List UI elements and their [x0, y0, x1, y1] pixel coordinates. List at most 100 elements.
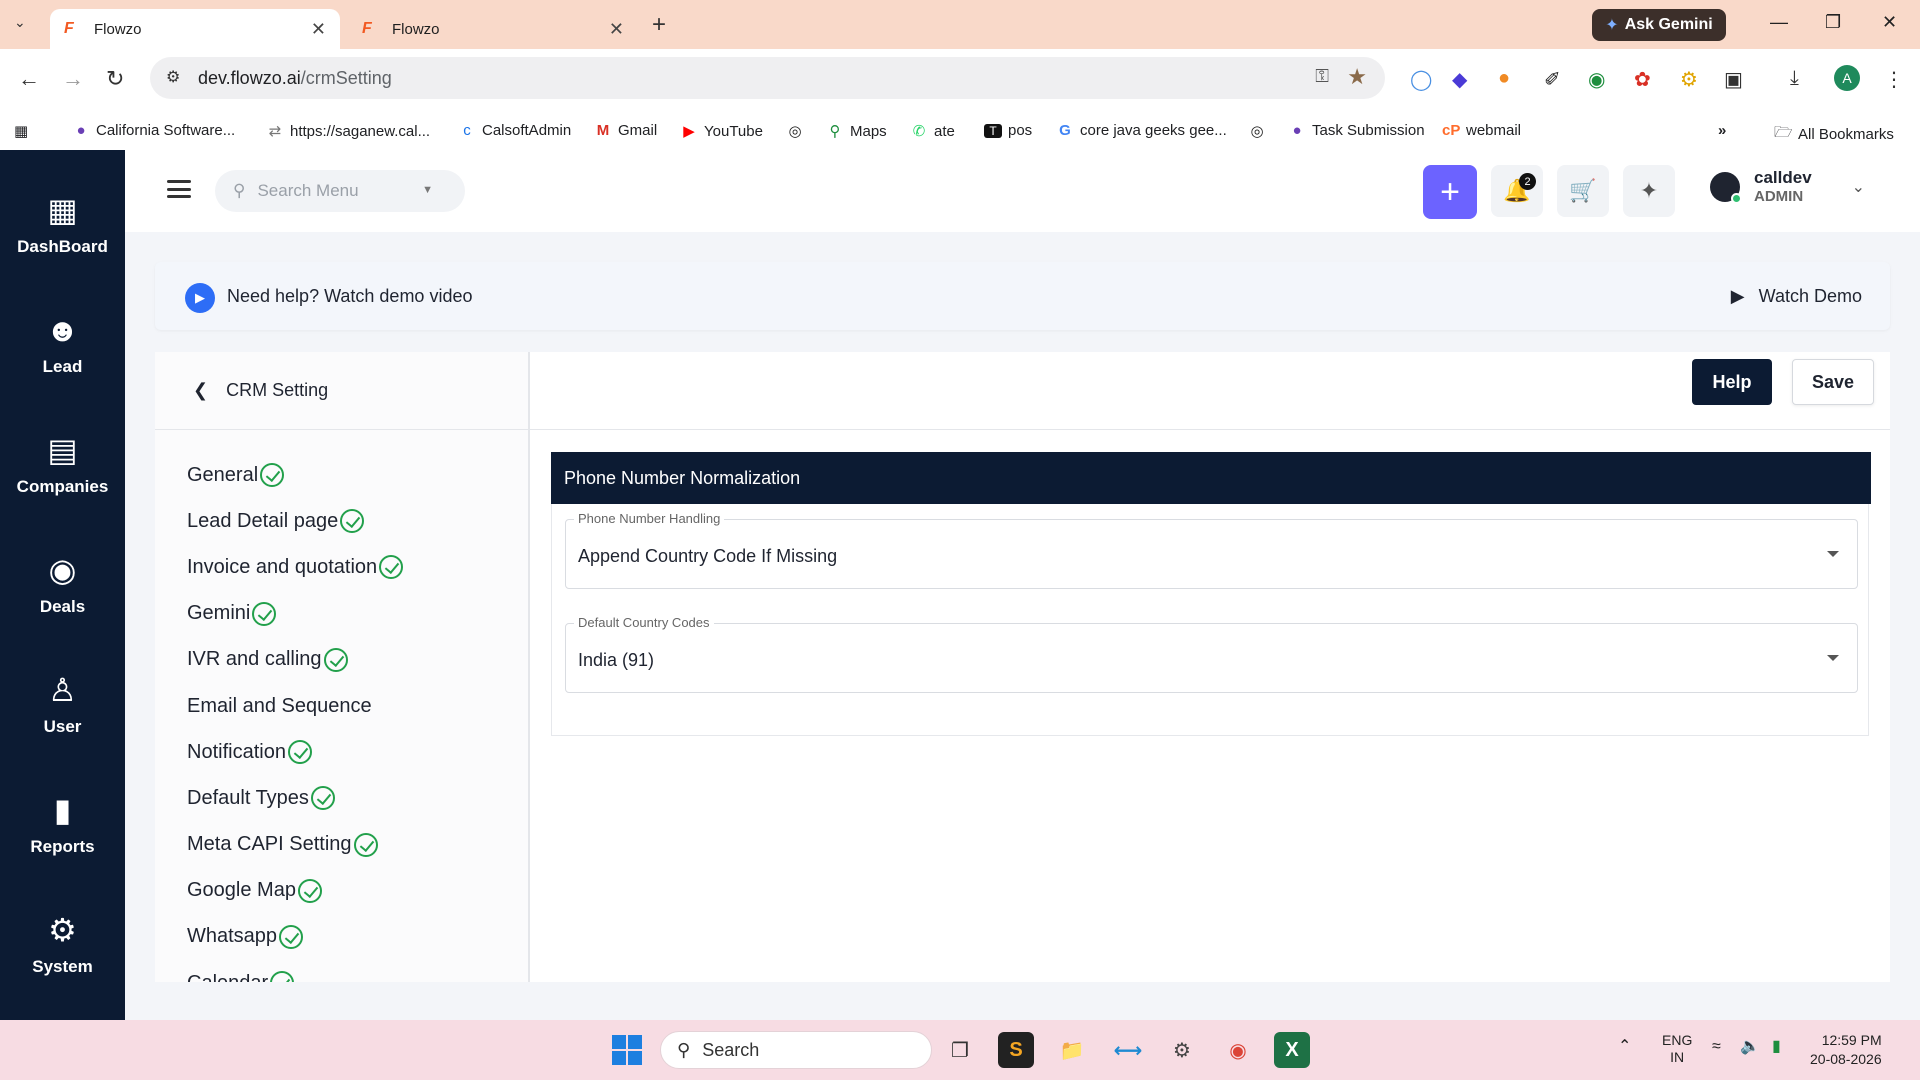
apps-grid-icon[interactable]: ▦: [14, 122, 28, 140]
phone-number-handling-select[interactable]: Phone Number Handling Append Country Cod…: [565, 511, 1858, 589]
close-tab-icon[interactable]: ✕: [609, 19, 624, 40]
settings-nav-lead-detail[interactable]: Lead Detail page: [187, 498, 403, 544]
sidebar-item-deals[interactable]: ◉ Deals: [0, 530, 125, 640]
vscode-icon[interactable]: ⟷: [1110, 1032, 1146, 1068]
all-bookmarks-folder[interactable]: 🗁 All Bookmarks: [1774, 122, 1894, 147]
app-circle-icon[interactable]: ⚙: [1164, 1032, 1200, 1068]
settings-nav-header[interactable]: ❮ CRM Setting: [155, 352, 528, 430]
save-button[interactable]: Save: [1792, 359, 1874, 405]
address-bar[interactable]: ⚙ dev.flowzo.ai/crmSetting ⚿ ★: [150, 57, 1385, 99]
browser-tab-active[interactable]: F Flowzo ✕: [50, 9, 340, 49]
settings-nav-whatsapp[interactable]: Whatsapp: [187, 914, 403, 960]
bookmark-globe[interactable]: ◎: [786, 122, 810, 140]
browser-menu-icon[interactable]: ⋮: [1884, 67, 1904, 92]
wifi-icon[interactable]: ≈: [1712, 1038, 1721, 1055]
battery-icon[interactable]: ▮: [1772, 1038, 1781, 1055]
back-icon[interactable]: ←: [18, 66, 40, 92]
sidebar-item-dashboard[interactable]: ▦ DashBoard: [0, 170, 125, 280]
windows-start-icon[interactable]: [612, 1035, 642, 1065]
bookmark-gmail[interactable]: M Gmail: [594, 122, 657, 139]
section-title: Phone Number Normalization: [551, 452, 1871, 504]
chrome-icon[interactable]: ◉: [1220, 1032, 1256, 1068]
chevron-down-icon[interactable]: ⌄: [1852, 177, 1865, 197]
dropdown-caret-icon: [1827, 551, 1839, 557]
download-icon[interactable]: ⤓: [1790, 67, 1799, 90]
ai-sparkle-button[interactable]: ✦: [1623, 165, 1675, 217]
bookmark-core-java[interactable]: Gcore java geeks gee...: [1056, 122, 1227, 139]
close-tab-icon[interactable]: ✕: [311, 19, 326, 40]
user-info: calldev ADMIN: [1754, 168, 1812, 205]
bookmark-star-icon[interactable]: ★: [1347, 64, 1367, 90]
bookmark-calsoftadmin[interactable]: c CalsoftAdmin: [458, 122, 571, 139]
settings-nav-notification[interactable]: Notification: [187, 729, 403, 775]
new-tab-icon[interactable]: +: [652, 11, 666, 39]
settings-nav-ivr[interactable]: IVR and calling: [187, 637, 403, 683]
extension-green-icon[interactable]: ◉: [1588, 67, 1605, 92]
gear-icon: ⚙: [48, 912, 77, 948]
default-country-codes-select[interactable]: Default Country Codes India (91): [565, 615, 1858, 693]
sidebar-item-lead[interactable]: ☻ Lead: [0, 290, 125, 400]
settings-nav-general[interactable]: General: [187, 452, 403, 498]
search-menu-input[interactable]: ⚲ Search Menu ▼: [215, 170, 465, 212]
settings-nav-email-sequence[interactable]: Email and Sequence: [187, 683, 403, 729]
play-video-icon[interactable]: ▶: [185, 283, 215, 313]
extension-leaf-icon[interactable]: ✿: [1634, 67, 1651, 92]
bookmark-task-submission[interactable]: ● Task Submission: [1288, 122, 1425, 139]
bookmark-webmail[interactable]: cP webmail: [1442, 122, 1521, 139]
close-window-icon[interactable]: ✕: [1882, 12, 1897, 33]
bookmark-youtube[interactable]: ▶ YouTube: [680, 122, 763, 141]
volume-icon[interactable]: 🔈: [1740, 1038, 1760, 1055]
hamburger-menu-icon[interactable]: [167, 180, 191, 198]
sidebar-item-system[interactable]: ⚙ System: [0, 890, 125, 1000]
bookmark-maps[interactable]: ⚲ Maps: [826, 122, 887, 141]
system-clock[interactable]: 12:59 PM 20-08-2026: [1810, 1031, 1882, 1069]
sublime-text-icon[interactable]: S: [998, 1032, 1034, 1068]
settings-nav-calendar[interactable]: Calendar: [187, 960, 403, 982]
task-view-icon[interactable]: ❐: [942, 1032, 978, 1068]
more-bookmarks-icon[interactable]: »: [1718, 122, 1726, 139]
taskbar-search[interactable]: ⚲ Search: [660, 1031, 932, 1069]
ask-gemini-button[interactable]: ✦ Ask Gemini: [1592, 9, 1726, 41]
extension-diamond-icon[interactable]: ◆: [1452, 67, 1467, 92]
sidebar-item-companies[interactable]: ▤ Companies: [0, 410, 125, 520]
extension-orange-icon[interactable]: ●: [1498, 67, 1510, 90]
settings-nav-meta-capi[interactable]: Meta CAPI Setting: [187, 822, 403, 868]
reload-icon[interactable]: ↻: [106, 66, 124, 92]
tab-search-chevron-icon[interactable]: ⌄: [14, 14, 26, 31]
password-key-icon[interactable]: ⚿: [1315, 66, 1329, 87]
bookmark-california-software[interactable]: ● California Software...: [72, 122, 235, 139]
site-settings-icon[interactable]: ⚙: [166, 67, 180, 87]
extension-yellow-icon[interactable]: ⚙: [1680, 67, 1698, 92]
help-button[interactable]: Help: [1692, 359, 1772, 405]
extension-shield-icon[interactable]: ◯: [1410, 67, 1432, 92]
file-explorer-icon[interactable]: 📁: [1054, 1032, 1090, 1068]
profile-avatar[interactable]: A: [1834, 65, 1860, 91]
add-new-button[interactable]: +: [1423, 165, 1477, 219]
bookmark-saganew[interactable]: ⇄ https://saganew.cal...: [266, 122, 430, 141]
bookmark-globe-2[interactable]: ◎: [1248, 122, 1272, 140]
watch-demo-link[interactable]: ▶ Watch Demo: [1731, 286, 1862, 307]
bookmark-ate[interactable]: ✆ ate: [910, 122, 955, 141]
user-menu[interactable]: calldev ADMIN ⌄: [1710, 168, 1865, 205]
settings-nav-gemini[interactable]: Gemini: [187, 591, 403, 637]
bookmark-label: core java geeks gee...: [1080, 122, 1227, 139]
forward-icon[interactable]: →: [62, 66, 84, 92]
bookmark-label: Task Submission: [1312, 122, 1425, 139]
restore-icon[interactable]: ❐: [1825, 12, 1841, 33]
settings-nav-default-types[interactable]: Default Types: [187, 775, 403, 821]
bookmark-pos[interactable]: Tpos: [984, 122, 1032, 139]
excel-icon[interactable]: X: [1274, 1032, 1310, 1068]
minimize-icon[interactable]: —: [1770, 12, 1788, 33]
tray-overflow-icon[interactable]: ⌃: [1618, 1038, 1631, 1055]
settings-nav-google-map[interactable]: Google Map: [187, 868, 403, 914]
sidebar-item-user[interactable]: ♙ User: [0, 650, 125, 760]
extensions-puzzle-icon[interactable]: ▣: [1724, 67, 1743, 92]
notifications-button[interactable]: 🔔 2: [1491, 165, 1543, 217]
cart-button[interactable]: 🛒: [1557, 165, 1609, 217]
settings-nav-invoice[interactable]: Invoice and quotation: [187, 544, 404, 590]
extension-pen-icon[interactable]: ✐: [1544, 67, 1561, 92]
language-indicator[interactable]: ENG IN: [1662, 1032, 1692, 1066]
browser-tab[interactable]: F Flowzo ✕: [348, 9, 638, 49]
sidebar-item-reports[interactable]: ▮ Reports: [0, 770, 125, 880]
back-chevron-icon[interactable]: ❮: [193, 380, 208, 401]
